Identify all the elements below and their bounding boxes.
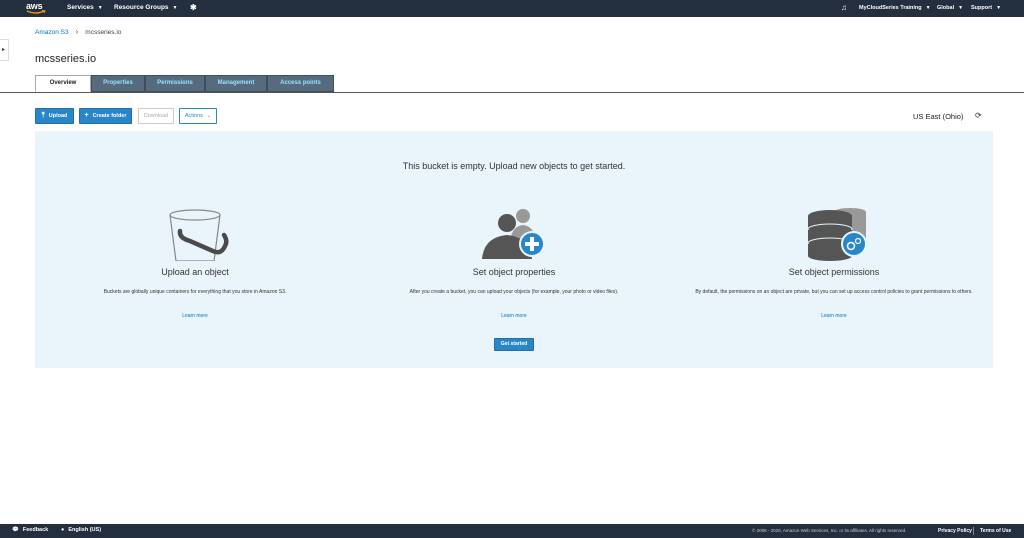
services-label: Services <box>67 4 94 11</box>
tab-management[interactable]: Management <box>205 75 267 92</box>
terms-of-use-link[interactable]: Terms of Use <box>980 528 1011 534</box>
language-selector[interactable]: ● English (US) <box>61 527 101 533</box>
footer-divider <box>973 527 974 535</box>
feedback-label: Feedback <box>22 527 49 533</box>
bell-icon[interactable]: ♫ <box>841 3 847 12</box>
copyright-text: © 2008 - 2020, Amazon Web Services, Inc.… <box>752 528 907 533</box>
support-label: Support <box>971 5 993 11</box>
set-permissions-learn-more-link[interactable]: Learn more <box>684 313 984 319</box>
upload-label: Upload <box>48 113 68 119</box>
upload-button[interactable]: ⤒ Upload <box>35 108 74 124</box>
chevron-down-icon: ▼ <box>925 5 931 11</box>
empty-message: This bucket is empty. Upload new objects… <box>402 161 626 171</box>
chevron-down-icon: ▼ <box>958 5 964 11</box>
aws-smile-icon <box>26 10 46 14</box>
plus-icon: + <box>84 112 89 119</box>
account-menu[interactable]: MyCloudSeries Training ▼ <box>859 5 931 11</box>
set-properties-title: Set object properties <box>472 267 556 277</box>
upload-object-title: Upload an object <box>161 267 229 277</box>
aws-logo[interactable]: aws <box>26 1 48 16</box>
footer: 💬 Feedback ● English (US) © 2008 - 2020, A… <box>0 524 1024 538</box>
chevron-down-icon: ⌄ <box>206 113 212 119</box>
region-menu[interactable]: Global ▼ <box>937 5 963 11</box>
users-add-icon <box>482 209 545 259</box>
top-nav: aws Services ▼ Resource Groups ▼ ✱ ♫ MyClo… <box>0 0 1024 17</box>
create-folder-button[interactable]: + Create folder <box>79 108 132 124</box>
pin-icon[interactable]: ✱ <box>190 3 197 12</box>
set-permissions-title: Set object permissions <box>788 267 880 277</box>
empty-bucket-panel: This bucket is empty. Upload new objects… <box>35 131 993 368</box>
tabs-divider <box>0 92 1024 93</box>
chevron-down-icon: ▼ <box>97 5 103 11</box>
feedback-link[interactable]: 💬 Feedback <box>12 527 48 533</box>
resource-groups-menu[interactable]: Resource Groups ▼ <box>114 4 178 11</box>
page-title: mcsseries.io <box>35 53 97 65</box>
language-label: English (US) <box>68 527 102 533</box>
bucket-icon <box>169 209 229 261</box>
chat-bubble-icon: 💬 <box>12 527 19 533</box>
tab-overview[interactable]: Overview <box>35 75 91 92</box>
upload-object-learn-more-link[interactable]: Learn more <box>45 313 345 319</box>
chevron-right-icon: ▸ <box>2 47 6 53</box>
account-label: MyCloudSeries Training <box>859 5 922 11</box>
get-started-button[interactable]: Get started <box>494 338 534 351</box>
globe-icon: ● <box>61 527 65 533</box>
chevron-down-icon: ▼ <box>172 5 178 11</box>
breadcrumb-separator-icon: › <box>75 27 79 36</box>
actions-dropdown[interactable]: Actions ⌄ <box>179 108 217 124</box>
resource-groups-label: Resource Groups <box>114 4 169 11</box>
create-folder-label: Create folder <box>92 113 127 119</box>
database-permissions-icon <box>807 208 867 261</box>
privacy-policy-link[interactable]: Privacy Policy <box>938 528 972 534</box>
tab-access-points[interactable]: Access points <box>267 75 334 92</box>
side-drawer-toggle[interactable]: ▸ <box>0 39 9 61</box>
refresh-icon[interactable]: ⟳ <box>975 111 982 120</box>
chevron-down-icon: ▼ <box>996 5 1002 11</box>
region-label: US East (Ohio) <box>913 112 964 121</box>
breadcrumb-current: mcsseries.io <box>85 29 122 36</box>
set-properties-desc: After you create a bucket, you can uploa… <box>409 289 619 295</box>
services-menu[interactable]: Services ▼ <box>67 4 103 11</box>
support-menu[interactable]: Support ▼ <box>971 5 1001 11</box>
tab-permissions[interactable]: Permissions <box>145 75 205 92</box>
region-menu-label: Global <box>937 5 955 11</box>
breadcrumb: Amazon S3 › mcsseries.io <box>35 27 121 36</box>
tab-properties[interactable]: Properties <box>91 75 145 92</box>
upload-object-desc: Buckets are globally unique containers f… <box>103 289 287 295</box>
set-permissions-desc: By default, the permissions on an object… <box>695 289 973 295</box>
actions-label: Actions <box>184 113 203 119</box>
set-properties-learn-more-link[interactable]: Learn more <box>364 313 664 319</box>
download-button[interactable]: Download <box>138 108 174 124</box>
breadcrumb-root-link[interactable]: Amazon S3 <box>35 29 69 36</box>
upload-icon: ⤒ <box>41 112 45 119</box>
